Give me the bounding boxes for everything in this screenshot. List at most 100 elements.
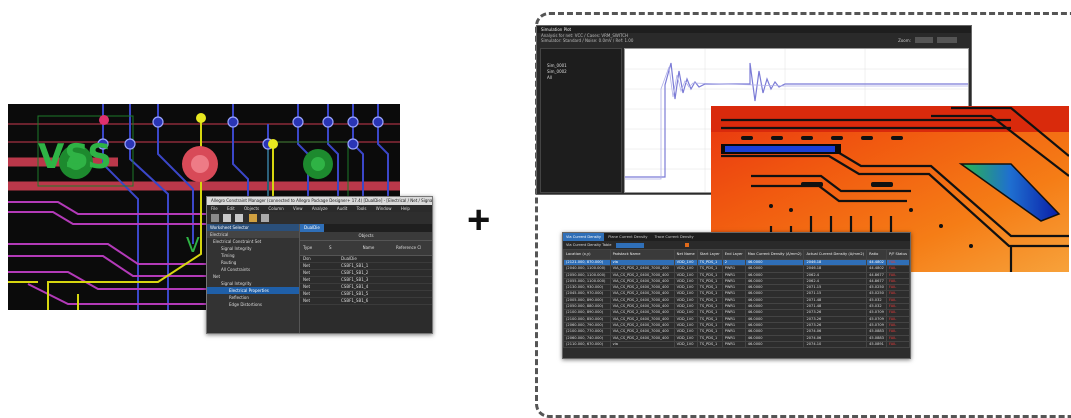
column-s[interactable]: S — [329, 241, 341, 255]
table-cell: VIA_CS_PDS_2_0400_7000_400 — [609, 277, 675, 286]
table-cell: 45.0250 — [866, 290, 887, 298]
toolbar-icons[interactable] — [207, 212, 297, 224]
menu-file[interactable]: File — [211, 206, 218, 211]
menu-view[interactable]: View — [293, 206, 303, 211]
table-cell: 44.4802 — [866, 258, 887, 267]
tree-item-net[interactable]: Net — [207, 273, 299, 280]
menu-column[interactable]: Column — [268, 206, 283, 211]
menu-tools[interactable]: Tools — [357, 206, 367, 211]
tab-via-current-density[interactable]: Via Current Density — [563, 233, 605, 241]
tree-item-timing[interactable]: Timing — [207, 252, 299, 259]
column-actual-density[interactable]: Actual Current Density (A/mm2) — [803, 249, 868, 260]
column-name[interactable]: Name — [341, 241, 396, 255]
v-net-label: V — [186, 233, 200, 257]
table-row[interactable]: Net CSBF1_SB1_6 — [300, 298, 432, 305]
table-cell: (2110.000, 670.000) — [563, 340, 611, 349]
table-cell: VIA_CS_PDS_2_0400_7000_400 — [609, 334, 675, 342]
pf-status-cell: FAIL — [885, 340, 910, 349]
column-max-density[interactable]: Max Current Density (A/mm2) — [744, 249, 805, 260]
column-start-layer[interactable]: Start Layer — [696, 249, 723, 260]
current-density-window[interactable]: Via Current Density Plane Current Densit… — [562, 232, 911, 359]
section-electrical[interactable]: Electrical — [207, 231, 299, 238]
table-cell: VIA_CS_PDS_2_0400_7000_400 — [609, 303, 675, 311]
tree-item-signal-integrity[interactable]: Signal Integrity — [207, 245, 299, 252]
tree-item-net-signal-integrity[interactable]: Signal Integrity — [207, 280, 299, 287]
worksheet-grid: DualDie Objects Type S Name Reference Cl… — [300, 224, 432, 333]
table-row[interactable]: Net CSBF1_SB1_4 — [300, 284, 432, 291]
table-row[interactable]: Net CSBF1_SB1_5 — [300, 291, 432, 298]
tree-item-all-constraints[interactable]: All Constraints — [207, 266, 299, 273]
table-cell: 46.0000 — [744, 340, 805, 349]
table-cell: PWR1 — [721, 340, 746, 349]
filter-dropdown[interactable] — [615, 242, 644, 248]
menu-edit[interactable]: Edit — [227, 206, 235, 211]
tree-item-edge-distortions[interactable]: Edge Distortions — [207, 301, 299, 308]
table-cell: 45.0891 — [866, 340, 887, 349]
menu-analyze[interactable]: Analyze — [312, 206, 328, 211]
simulation-plot-title: Simulation Plot — [537, 26, 971, 33]
table-cell: 44.8677 — [866, 277, 887, 286]
table-cell: 44.4802 — [866, 265, 887, 273]
table-cell: 45.0709 — [866, 315, 887, 323]
table-cell: 44.8677 — [866, 271, 887, 279]
column-location[interactable]: Location (x,y) — [563, 249, 611, 260]
zoom-reset-button[interactable] — [937, 37, 957, 43]
via-table-filter-label: Via Current Density Table — [566, 243, 612, 247]
sim-tree-item[interactable]: All — [541, 75, 621, 81]
table-row[interactable]: (2110.000, 670.000) via VDD_1V0 TS_PDS_1 PWR… — [563, 340, 910, 349]
table-cell: VIA_CS_PDS_2_0400_7000_400 — [609, 321, 675, 330]
table-cell: VIA_CS_PDS_2_0400_7000_400 — [609, 265, 675, 273]
zoom-label: Zoom: — [898, 38, 911, 43]
zoom-fit-button[interactable] — [915, 37, 933, 43]
tree-item-electrical-properties[interactable]: Electrical Properties — [207, 287, 299, 294]
menu-window[interactable]: Window — [376, 206, 392, 211]
via-current-density-table: Location (x,y) Padstack Name Net Name St… — [563, 249, 910, 349]
table-cell: (2055.000, 1100.000) — [563, 277, 611, 286]
table-cell: VIA_CS_PDS_2_0400_7000_400 — [609, 315, 675, 323]
current-density-tabs: Via Current Density Plane Current Densit… — [563, 233, 910, 241]
table-row[interactable]: Net CSBF1_SB1_2 — [300, 270, 432, 277]
sim-tree-panel: Sim_0001 Sim_0002 All — [540, 48, 622, 193]
tab-trace-current-density[interactable]: Trace Current Density — [652, 233, 697, 241]
table-row[interactable]: Dsn DualDie — [300, 256, 432, 263]
worksheet-selector: Worksheet Selector Electrical Electrical… — [207, 224, 300, 333]
table-cell: 45.0883 — [866, 328, 887, 336]
table-cell: VDD_1V0 — [673, 340, 698, 349]
table-header-row: Location (x,y) Padstack Name Net Name St… — [563, 249, 910, 260]
constraint-manager-window[interactable]: Allegro Constraint Manager (connected to… — [206, 196, 433, 334]
menu-audit[interactable]: Audit — [337, 206, 348, 211]
column-reference[interactable]: Reference Cl — [396, 241, 426, 255]
table-cell: 2074.10 — [803, 340, 868, 349]
tree-item-electrical-cset[interactable]: Electrical Constraint Set — [207, 238, 299, 245]
tab-dualdie[interactable]: DualDie — [300, 224, 324, 232]
column-type[interactable]: Type — [300, 241, 329, 255]
table-cell: (2050.000, 1100.000) — [563, 271, 611, 279]
objects-header: Objects — [300, 232, 432, 241]
table-cell: VIA_CS_PDS_2_0400_7000_400 — [609, 296, 675, 305]
worksheet-selector-header: Worksheet Selector — [207, 224, 299, 231]
table-row[interactable]: Net CSBF1_SB1_1 — [300, 263, 432, 270]
tree-item-routing[interactable]: Routing — [207, 259, 299, 266]
menu-help[interactable]: Help — [401, 206, 410, 211]
column-net-name[interactable]: Net Name — [673, 249, 698, 260]
export-icon[interactable] — [684, 243, 689, 247]
table-cell: VIA_CS_PDS_2_0400_7000_400 — [609, 284, 675, 292]
table-cell: via — [609, 340, 675, 349]
menu-bar: File Edit Objects Column View Analyze Au… — [207, 205, 432, 212]
menu-objects[interactable]: Objects — [244, 206, 259, 211]
column-end-layer[interactable]: End Layer — [721, 249, 746, 260]
window-title: Allegro Constraint Manager (connected to… — [207, 197, 432, 205]
table-cell: 45.0709 — [866, 321, 887, 330]
table-cell: 45.0709 — [866, 309, 887, 317]
grid-rows: Dsn DualDie Net CSBF1_SB1_1 Net CSBF1_SB1_2… — [300, 256, 432, 305]
tab-plane-current-density[interactable]: Plane Current Density — [605, 233, 650, 241]
column-ratio[interactable]: Ratio — [866, 249, 887, 260]
table-cell: TS_PDS_1 — [696, 340, 723, 349]
tree-item-reflection[interactable]: Reflection — [207, 294, 299, 301]
column-pf-status[interactable]: P/F Status — [885, 249, 910, 260]
table-row[interactable]: Net CSBF1_SB1_3 — [300, 277, 432, 284]
table-cell: 45.0250 — [866, 284, 887, 292]
table-cell: 45.0883 — [866, 334, 887, 342]
table-cell: VIA_CS_PDS_2_0400_7000_400 — [609, 309, 675, 317]
column-padstack[interactable]: Padstack Name — [609, 249, 675, 260]
